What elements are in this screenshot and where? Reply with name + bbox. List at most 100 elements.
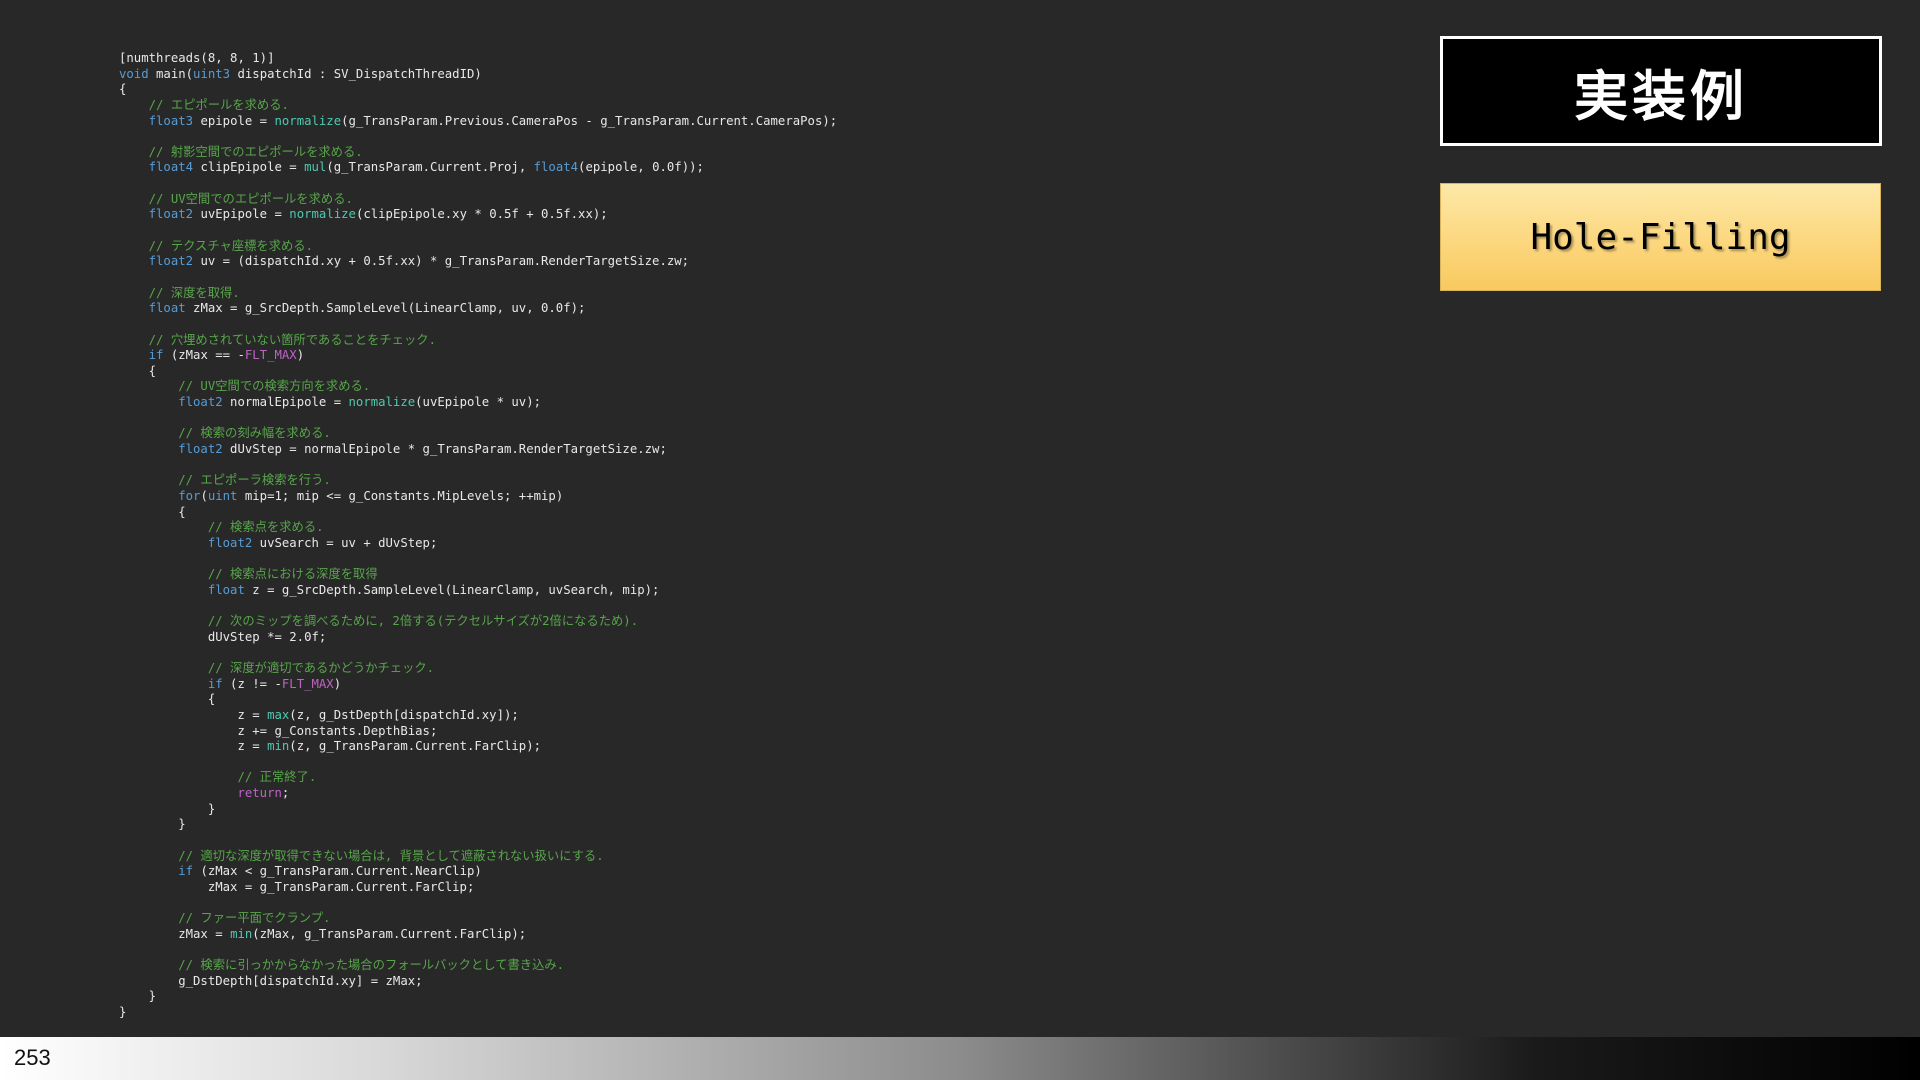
code-token: (z, g_DstDepth[dispatchId.xy]);: [289, 707, 519, 722]
code-line: float2 uvSearch = uv + dUvStep;: [119, 536, 837, 552]
code-listing: [numthreads(8, 8, 1)] void main(uint3 dis…: [119, 51, 837, 1021]
code-line: [numthreads(8, 8, 1)]: [119, 51, 837, 67]
code-token: // 穴埋めされていない箇所であることをチェック.: [119, 332, 436, 347]
code-token: (g_TransParam.Current.Proj,: [326, 160, 534, 175]
code-token: {: [119, 363, 157, 378]
code-token: float2: [119, 207, 194, 222]
code-token: dUvStep = normalEpipole * g_TransParam.R…: [222, 442, 667, 457]
code-token: float2: [119, 395, 223, 410]
code-token: normalEpipole =: [222, 395, 349, 410]
code-token: // UV空間での検索方向を求める.: [119, 379, 371, 394]
code-token: return: [119, 786, 282, 801]
code-line: {: [119, 505, 837, 521]
code-line: float2 uv = (dispatchId.xy + 0.5f.xx) * …: [119, 254, 837, 270]
code-line: // UV空間でのエピポールを求める.: [119, 192, 837, 208]
code-token: (clipEpipole.xy * 0.5f + 0.5f.xx);: [355, 207, 608, 222]
code-line: z = min(z, g_TransParam.Current.FarClip)…: [119, 739, 837, 755]
code-token: {: [119, 692, 216, 707]
code-line: {: [119, 692, 837, 708]
code-token: // 射影空間でのエピポールを求める.: [119, 144, 363, 159]
code-token: FLT_MAX: [281, 676, 334, 691]
code-token: max: [267, 707, 290, 722]
code-line: // UV空間での検索方向を求める.: [119, 379, 837, 395]
code-token: // 適切な深度が取得できない場合は, 背景として遮蔽されない扱いにする.: [119, 848, 604, 863]
code-line: float4 clipEpipole = mul(g_TransParam.Cu…: [119, 160, 837, 176]
code-line: // 穴埋めされていない箇所であることをチェック.: [119, 333, 837, 349]
code-token: zMax =: [119, 926, 231, 941]
slide-title: 実装例: [1574, 64, 1748, 128]
code-token: if: [119, 348, 164, 363]
code-token: epipole =: [193, 113, 275, 128]
code-token: // 検索点を求める.: [119, 520, 324, 535]
code-line: for(uint mip=1; mip <= g_Constants.MipLe…: [119, 489, 837, 505]
code-token: // テクスチャ座標を求める.: [119, 238, 314, 253]
code-token: uint3: [193, 66, 231, 81]
code-line: float2 uvEpipole = normalize(clipEpipole…: [119, 207, 837, 223]
code-token: float: [119, 301, 186, 316]
code-token: min: [230, 926, 253, 941]
code-line: float z = g_SrcDepth.SampleLevel(LinearC…: [119, 583, 837, 599]
code-line: dUvStep *= 2.0f;: [119, 630, 837, 646]
code-token: }: [119, 989, 157, 1004]
code-token: // 次のミップを調べるために, 2倍する(テクセルサイズが2倍になるため).: [119, 614, 639, 629]
code-token: float2: [119, 254, 194, 269]
code-token: zMax = g_SrcDepth.SampleLevel(LinearClam…: [185, 301, 586, 316]
code-token: (g_TransParam.Previous.CameraPos - g_Tra…: [341, 113, 838, 128]
code-token: (epipole, 0.0f));: [578, 160, 704, 175]
footer-bar: [0, 1037, 1920, 1080]
code-token: FLT_MAX: [244, 348, 297, 363]
code-line: // テクスチャ座標を求める.: [119, 239, 837, 255]
code-token: (zMax == -: [163, 348, 245, 363]
code-line: float2 normalEpipole = normalize(uvEpipo…: [119, 395, 837, 411]
code-line: void main(uint3 dispatchId : SV_Dispatch…: [119, 67, 837, 83]
code-line: float zMax = g_SrcDepth.SampleLevel(Line…: [119, 301, 837, 317]
code-line: zMax = g_TransParam.Current.FarClip;: [119, 880, 837, 896]
code-token: // UV空間でのエピポールを求める.: [119, 191, 353, 206]
code-token: float4: [533, 160, 579, 175]
code-token: g_DstDepth[dispatchId.xy] = zMax;: [119, 973, 423, 988]
code-line: float2 dUvStep = normalEpipole * g_Trans…: [119, 442, 837, 458]
code-line: z = max(z, g_DstDepth[dispatchId.xy]);: [119, 708, 837, 724]
code-token: (z != -: [222, 676, 282, 691]
code-token: }: [119, 817, 186, 832]
code-token: // 正常終了.: [119, 770, 317, 785]
code-line: // 検索点における深度を取得: [119, 567, 837, 583]
code-token: }: [119, 801, 216, 816]
code-line: // 適切な深度が取得できない場合は, 背景として遮蔽されない扱いにする.: [119, 849, 837, 865]
code-line: g_DstDepth[dispatchId.xy] = zMax;: [119, 974, 837, 990]
code-token: // エピポールを求める.: [119, 97, 289, 112]
code-token: // 検索に引っかからなかった場合のフォールバックとして書き込み.: [119, 958, 565, 973]
code-line: // 次のミップを調べるために, 2倍する(テクセルサイズが2倍になるため).: [119, 614, 837, 630]
code-token: (uvEpipole * uv);: [415, 395, 542, 410]
code-token: ): [333, 676, 342, 691]
code-line: }: [119, 1005, 837, 1021]
code-line: {: [119, 364, 837, 380]
code-line: // 正常終了.: [119, 770, 837, 786]
code-token: normalize: [274, 113, 342, 128]
slide-subtitle: Hole-Filling: [1530, 216, 1791, 258]
code-line: // 射影空間でのエピポールを求める.: [119, 145, 837, 161]
code-token: for: [119, 488, 201, 503]
code-token: z =: [119, 739, 268, 754]
code-token: // 検索点における深度を取得: [119, 567, 378, 582]
code-line: if (z != -FLT_MAX): [119, 677, 837, 693]
code-token: float2: [119, 442, 223, 457]
page-number: 253: [14, 1045, 51, 1070]
code-token: void: [119, 66, 149, 81]
code-line: // エピポールを求める.: [119, 98, 837, 114]
code-line: }: [119, 802, 837, 818]
code-token: float2: [119, 535, 253, 550]
code-token: z =: [119, 707, 268, 722]
code-token: // 深度が適切であるかどうかチェック.: [119, 660, 435, 675]
